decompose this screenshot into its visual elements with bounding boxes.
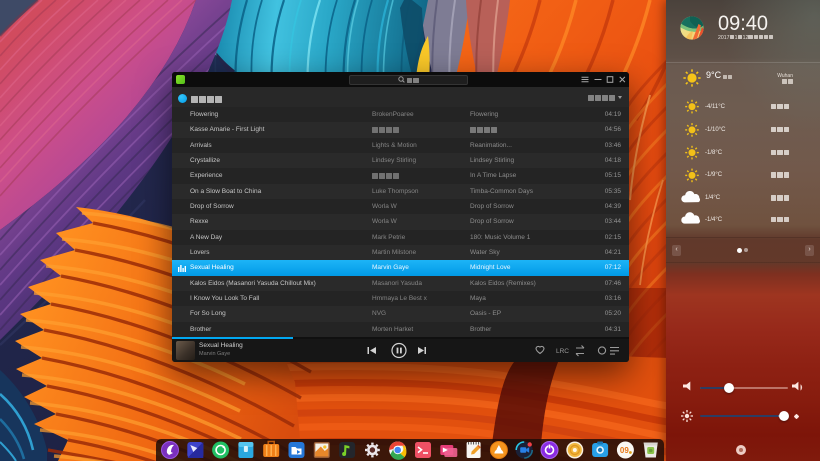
svg-text:LRC: LRC — [556, 348, 569, 355]
svg-text:09: 09 — [620, 446, 629, 455]
